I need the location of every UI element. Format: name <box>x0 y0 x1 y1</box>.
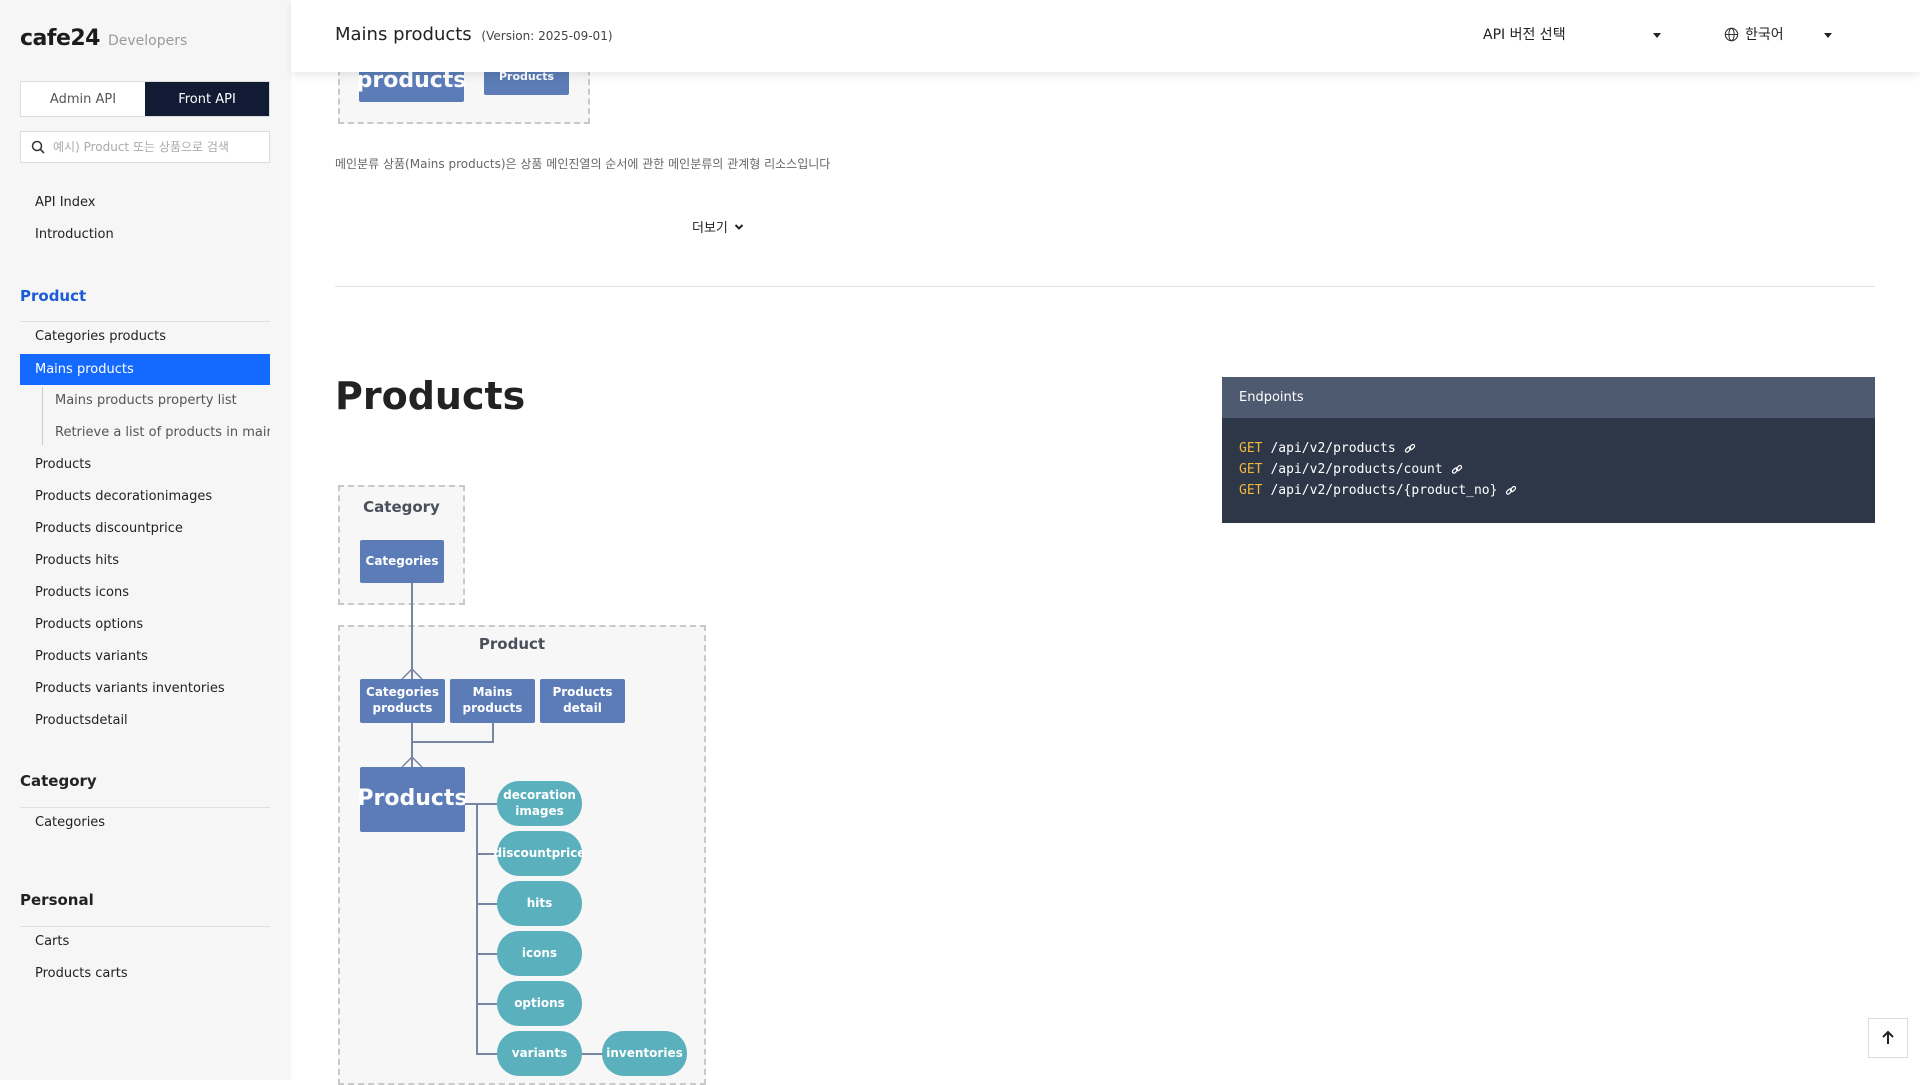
language-label: 한국어 <box>1745 27 1784 43</box>
endpoint-retrieve-product[interactable]: GET /api/v2/products/{product_no} <box>1239 483 1517 498</box>
diagram-categories: Categories <box>360 540 444 583</box>
logo[interactable]: cafe24 Developers <box>20 26 187 51</box>
nav-item-products-variants[interactable]: Products variants <box>35 649 148 664</box>
nav-sub-property-list[interactable]: Mains products property list <box>55 393 270 408</box>
nav-item-products-variants-inventories[interactable]: Products variants inventories <box>35 681 225 696</box>
tab-admin-api[interactable]: Admin API <box>21 82 145 116</box>
connector-line <box>476 903 497 905</box>
endpoints-panel: Endpoints GET /api/v2/products GET /api/… <box>1222 377 1875 523</box>
connector-line <box>492 723 494 742</box>
page-title: Mains products (Version: 2025-09-01) <box>335 24 613 45</box>
endpoints-header: Endpoints <box>1222 377 1875 418</box>
connector-line <box>465 803 497 805</box>
endpoint-count-products[interactable]: GET /api/v2/products/count <box>1239 462 1463 477</box>
top-header: Mains products (Version: 2025-09-01) API… <box>291 0 1920 72</box>
diagram-categories-products: Categories products <box>360 679 445 723</box>
diagram-decoration-images: decoration images <box>497 781 582 826</box>
section-title: Products <box>335 374 526 418</box>
endpoint-list-products[interactable]: GET /api/v2/products <box>1239 441 1416 456</box>
nav-section-personal[interactable]: Personal <box>20 891 94 909</box>
globe-icon <box>1724 27 1739 41</box>
chevron-down-icon <box>734 223 744 230</box>
logo-subtitle: Developers <box>108 33 188 49</box>
diagram-options: options <box>497 981 582 1026</box>
nav-api-index[interactable]: API Index <box>35 195 96 210</box>
connector-line <box>476 1003 497 1005</box>
scroll-to-top-button[interactable] <box>1868 1018 1908 1058</box>
link-icon <box>1505 485 1517 497</box>
nav-item-products-options[interactable]: Products options <box>35 617 143 632</box>
connector-line <box>476 803 478 1055</box>
nav-section-product[interactable]: Product <box>20 287 86 305</box>
resource-description: 메인분류 상품(Mains products)은 상품 메인진열의 순서에 관한… <box>335 157 831 171</box>
nav-divider <box>20 807 270 808</box>
diagram-discountprice: discountprice <box>494 831 585 876</box>
http-method: GET <box>1239 483 1263 498</box>
connector-line <box>476 953 497 955</box>
endpoint-path: /api/v2/products/count <box>1270 462 1443 477</box>
nav-sub-retrieve-list[interactable]: Retrieve a list of products in main cate… <box>55 425 270 440</box>
nav-item-categories-products[interactable]: Categories products <box>35 329 166 344</box>
search-icon <box>31 140 45 154</box>
chevron-down-icon <box>1824 33 1832 38</box>
search-input[interactable] <box>53 140 253 154</box>
diagram-inventories: inventories <box>602 1031 687 1076</box>
nav-item-products-carts[interactable]: Products carts <box>35 966 128 981</box>
link-icon <box>1451 464 1463 476</box>
nav-introduction[interactable]: Introduction <box>35 227 114 242</box>
diagram-products: Products <box>357 767 468 832</box>
language-select[interactable]: 한국어 <box>1724 24 1834 44</box>
http-method: GET <box>1239 462 1263 477</box>
sub-nav-line <box>42 387 43 445</box>
nav-divider <box>20 926 270 927</box>
diagram-mains-products: Mains products <box>450 679 535 723</box>
nav-item-products-discountprice[interactable]: Products discountprice <box>35 521 183 536</box>
endpoint-path: /api/v2/products <box>1270 441 1396 456</box>
http-method: GET <box>1239 441 1263 456</box>
diagram-category-label: Category <box>363 498 440 516</box>
endpoint-path: /api/v2/products/{product_no} <box>1270 483 1498 498</box>
diagram-variants: variants <box>497 1031 582 1076</box>
search-box <box>20 131 270 163</box>
page-title-text: Mains products <box>335 24 472 45</box>
link-icon <box>1404 443 1416 455</box>
chevron-down-icon <box>1653 33 1661 38</box>
diagram-hits: hits <box>497 881 582 926</box>
nav-item-categories[interactable]: Categories <box>35 815 105 830</box>
nav-item-productsdetail[interactable]: Productsdetail <box>35 713 128 728</box>
more-label: 더보기 <box>692 221 728 236</box>
api-type-tabs: Admin API Front API <box>20 81 270 117</box>
connector-line <box>411 741 494 743</box>
section-divider <box>335 286 1875 287</box>
nav-item-carts[interactable]: Carts <box>35 934 69 949</box>
sidebar: cafe24 Developers Admin API Front API AP… <box>0 0 291 1080</box>
connector-line <box>582 1053 602 1055</box>
nav-item-products[interactable]: Products <box>35 457 91 472</box>
arrow-up-icon <box>1882 1030 1894 1044</box>
crowfoot-connector <box>401 755 423 767</box>
api-version-select[interactable]: API 버전 선택 <box>1483 24 1673 44</box>
nav-divider <box>20 321 270 322</box>
diagram-product-label: Product <box>478 635 546 653</box>
api-version-select-label: API 버전 선택 <box>1483 27 1566 43</box>
page-version: (Version: 2025-09-01) <box>481 29 613 43</box>
diagram-products-detail: Products detail <box>540 679 625 723</box>
connector-line <box>476 1053 497 1055</box>
nav-item-products-hits[interactable]: Products hits <box>35 553 119 568</box>
nav-item-products-icons[interactable]: Products icons <box>35 585 129 600</box>
nav-item-products-decorationimages[interactable]: Products decorationimages <box>35 489 212 504</box>
nav-item-mains-products[interactable]: Mains products <box>20 354 270 385</box>
tab-front-api[interactable]: Front API <box>145 82 269 116</box>
more-button[interactable]: 더보기 <box>692 217 744 236</box>
crowfoot-connector <box>401 667 423 679</box>
logo-brand: cafe24 <box>20 26 101 51</box>
nav-section-category[interactable]: Category <box>20 772 97 790</box>
diagram-icons: icons <box>497 931 582 976</box>
